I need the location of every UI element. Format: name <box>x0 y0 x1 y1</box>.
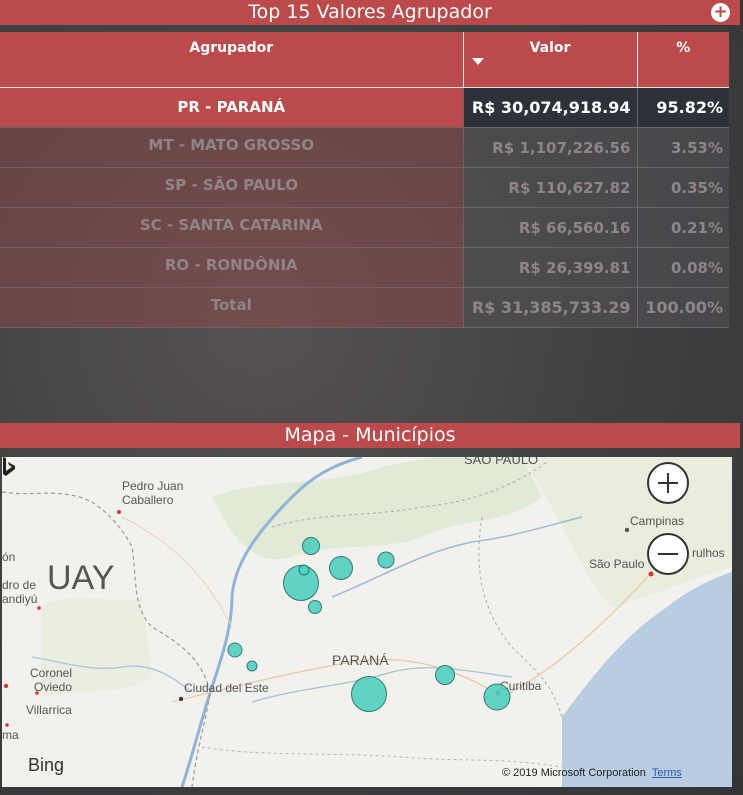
bing-label: Bing <box>28 755 65 775</box>
table-visual-title: Top 15 Valores Agrupador + <box>0 0 740 25</box>
map-visual-title: Mapa - Municípios <box>0 423 740 448</box>
map-bubble[interactable] <box>329 556 353 580</box>
cell-percent[interactable]: 0.08% <box>637 247 729 288</box>
map-label: rulhos <box>692 546 725 560</box>
city-dot <box>624 527 630 533</box>
cell-percent[interactable]: 0.21% <box>637 207 729 248</box>
map-bubble[interactable] <box>298 564 310 576</box>
city-dot <box>5 723 9 727</box>
sort-descending-icon[interactable] <box>471 58 484 65</box>
map-label: Oviedo <box>34 680 72 694</box>
agrupador-table: Agrupador Valor % PR - PARANÁ R$ 30,074,… <box>0 32 729 328</box>
total-percent: 100.00% <box>637 287 729 328</box>
map-label: UAY <box>47 559 114 597</box>
bubble-layer[interactable] <box>227 537 511 712</box>
cell-agrupador[interactable]: SP - SÃO PAULO <box>0 167 464 208</box>
cell-valor[interactable]: R$ 30,074,918.94 <box>463 87 638 128</box>
plus-circle-icon[interactable]: + <box>711 3 730 22</box>
zoom-in-icon[interactable] <box>647 462 689 504</box>
map-bubble[interactable] <box>246 660 258 672</box>
map-base: Pedro Juan Caballero SÃO PAULO Campinas … <box>2 457 732 787</box>
map-bubble[interactable] <box>302 537 320 555</box>
map-canvas[interactable]: Pedro Juan Caballero SÃO PAULO Campinas … <box>2 457 732 787</box>
table-row[interactable]: MT - MATO GROSSO R$ 1,107,226.56 3.53% <box>0 127 729 168</box>
cell-agrupador[interactable]: SC - SANTA CATARINA <box>0 207 464 248</box>
table-row[interactable]: RO - RONDÔNIA R$ 26,399.81 0.08% <box>0 247 729 288</box>
map-label: Campinas <box>630 514 684 528</box>
copyright-text: © 2019 Microsoft Corporation <box>502 767 646 779</box>
map-bubble[interactable] <box>377 551 395 569</box>
map-bubble[interactable] <box>227 642 243 658</box>
cell-percent[interactable]: 95.82% <box>637 87 729 128</box>
city-dot <box>179 697 183 701</box>
total-valor: R$ 31,385,733.29 <box>463 287 638 328</box>
map-label: Villarrica <box>26 703 72 717</box>
map-label: andiyú <box>2 592 37 606</box>
green-area <box>212 457 542 559</box>
map-bubble[interactable] <box>308 600 322 614</box>
state-border <box>201 746 563 768</box>
ocean-shape <box>562 572 732 787</box>
city-dot <box>648 571 654 577</box>
cell-percent[interactable]: 3.53% <box>637 127 729 168</box>
table-row[interactable]: SC - SANTA CATARINA R$ 66,560.16 0.21% <box>0 207 729 248</box>
city-dot <box>3 683 9 689</box>
cell-agrupador[interactable]: RO - RONDÔNIA <box>0 247 464 288</box>
map-bubble[interactable] <box>351 676 387 712</box>
map-label: ma <box>2 728 19 742</box>
map-copyright: © 2019 Microsoft Corporation Terms <box>502 767 682 779</box>
table-header-row: Agrupador Valor % <box>0 32 729 88</box>
map-bubble[interactable] <box>483 683 511 711</box>
table-title-text: Top 15 Valores Agrupador <box>248 1 492 23</box>
cell-valor[interactable]: R$ 110,627.82 <box>463 167 638 208</box>
map-label: ón <box>2 550 15 564</box>
column-header-percent[interactable]: % <box>637 32 729 88</box>
map-label: Pedro Juan <box>122 479 183 493</box>
terms-link[interactable]: Terms <box>652 767 682 779</box>
map-label: dro de <box>2 578 36 592</box>
cell-percent[interactable]: 0.35% <box>637 167 729 208</box>
table-row-selected[interactable]: PR - PARANÁ R$ 30,074,918.94 95.82% <box>0 87 729 128</box>
map-label: SÃO PAULO <box>464 457 538 467</box>
table-row[interactable]: SP - SÃO PAULO R$ 110,627.82 0.35% <box>0 167 729 208</box>
map-bubble[interactable] <box>435 665 455 685</box>
cell-valor[interactable]: R$ 1,107,226.56 <box>463 127 638 168</box>
total-label: Total <box>0 287 464 328</box>
map-title-text: Mapa - Municípios <box>284 424 456 446</box>
city-dot <box>37 606 41 610</box>
column-header-valor[interactable]: Valor <box>463 32 638 88</box>
bing-logo-icon <box>3 457 15 476</box>
table-total-row: Total R$ 31,385,733.29 100.00% <box>0 287 729 328</box>
cell-agrupador[interactable]: MT - MATO GROSSO <box>0 127 464 168</box>
map-label: São Paulo <box>589 557 645 571</box>
cell-valor[interactable]: R$ 66,560.16 <box>463 207 638 248</box>
map-label: Coronel <box>30 666 72 680</box>
map-label: Ciudad del Este <box>184 681 269 695</box>
column-header-agrupador[interactable]: Agrupador <box>0 32 464 88</box>
map-label: Caballero <box>122 493 174 507</box>
cell-valor[interactable]: R$ 26,399.81 <box>463 247 638 288</box>
map-label: PARANÁ <box>332 652 389 668</box>
city-dot <box>117 510 121 514</box>
cell-agrupador[interactable]: PR - PARANÁ <box>0 87 464 128</box>
zoom-out-icon[interactable] <box>647 533 689 575</box>
